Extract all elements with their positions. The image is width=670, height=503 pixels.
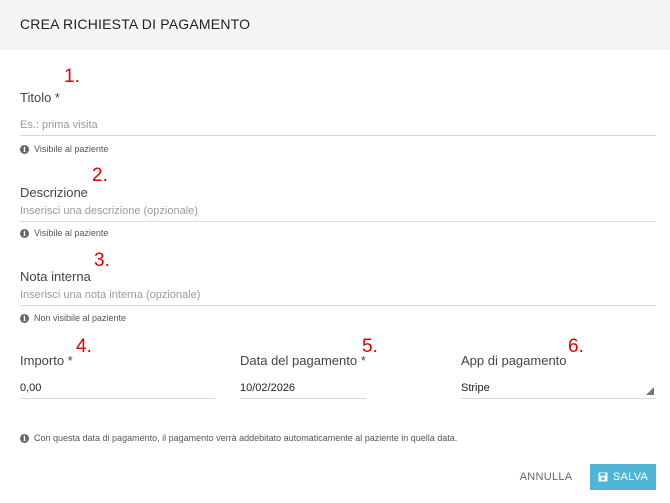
annotation-number-6: 6. (568, 336, 584, 357)
app-pagamento-select[interactable]: Stripe (461, 377, 656, 399)
nota-interna-input[interactable] (20, 284, 656, 306)
annotation-number-4: 4. (76, 336, 92, 357)
save-button-label: SALVA (612, 471, 649, 483)
app-pagamento-value: Stripe (461, 382, 490, 394)
info-icon: i (20, 433, 29, 443)
descrizione-label: Descrizione (20, 185, 88, 200)
data-pagamento-label: Data del pagamento * (240, 353, 366, 368)
descrizione-hint-text: Visibile al paziente (34, 228, 109, 238)
annotation-number-2: 2. (92, 165, 108, 186)
nota-interna-hint: i Non visibile al paziente (20, 313, 126, 323)
dialog-title: CREA RICHIESTA DI PAGAMENTO (20, 16, 251, 32)
titolo-input[interactable] (20, 114, 656, 136)
info-icon: i (20, 313, 29, 323)
nota-interna-label: Nota interna (20, 269, 91, 284)
titolo-hint: i Visibile al paziente (20, 144, 108, 154)
cancel-button[interactable]: ANNULLA (514, 466, 578, 488)
annotation-number-1: 1. (64, 66, 80, 87)
floppy-disk-icon (598, 472, 608, 482)
titolo-label: Titolo * (20, 90, 60, 105)
data-pagamento-input[interactable] (240, 377, 366, 399)
dialog-header: CREA RICHIESTA DI PAGAMENTO (0, 0, 670, 50)
importo-input[interactable] (20, 377, 215, 399)
save-button[interactable]: SALVA (590, 464, 656, 490)
titolo-hint-text: Visibile al paziente (34, 144, 109, 154)
payment-date-hint: i Con questa data di pagamento, il pagam… (20, 433, 457, 443)
importo-label: Importo * (20, 353, 73, 368)
info-icon: i (20, 144, 29, 154)
app-pagamento-label: App di pagamento (461, 353, 567, 368)
info-icon: i (20, 228, 29, 238)
descrizione-hint: i Visibile al paziente (20, 228, 108, 238)
annotation-number-3: 3. (94, 250, 110, 271)
dropdown-triangle-icon[interactable] (646, 387, 654, 395)
payment-date-hint-text: Con questa data di pagamento, il pagamen… (34, 433, 458, 443)
nota-interna-hint-text: Non visibile al paziente (34, 313, 127, 323)
descrizione-input[interactable] (20, 200, 656, 222)
